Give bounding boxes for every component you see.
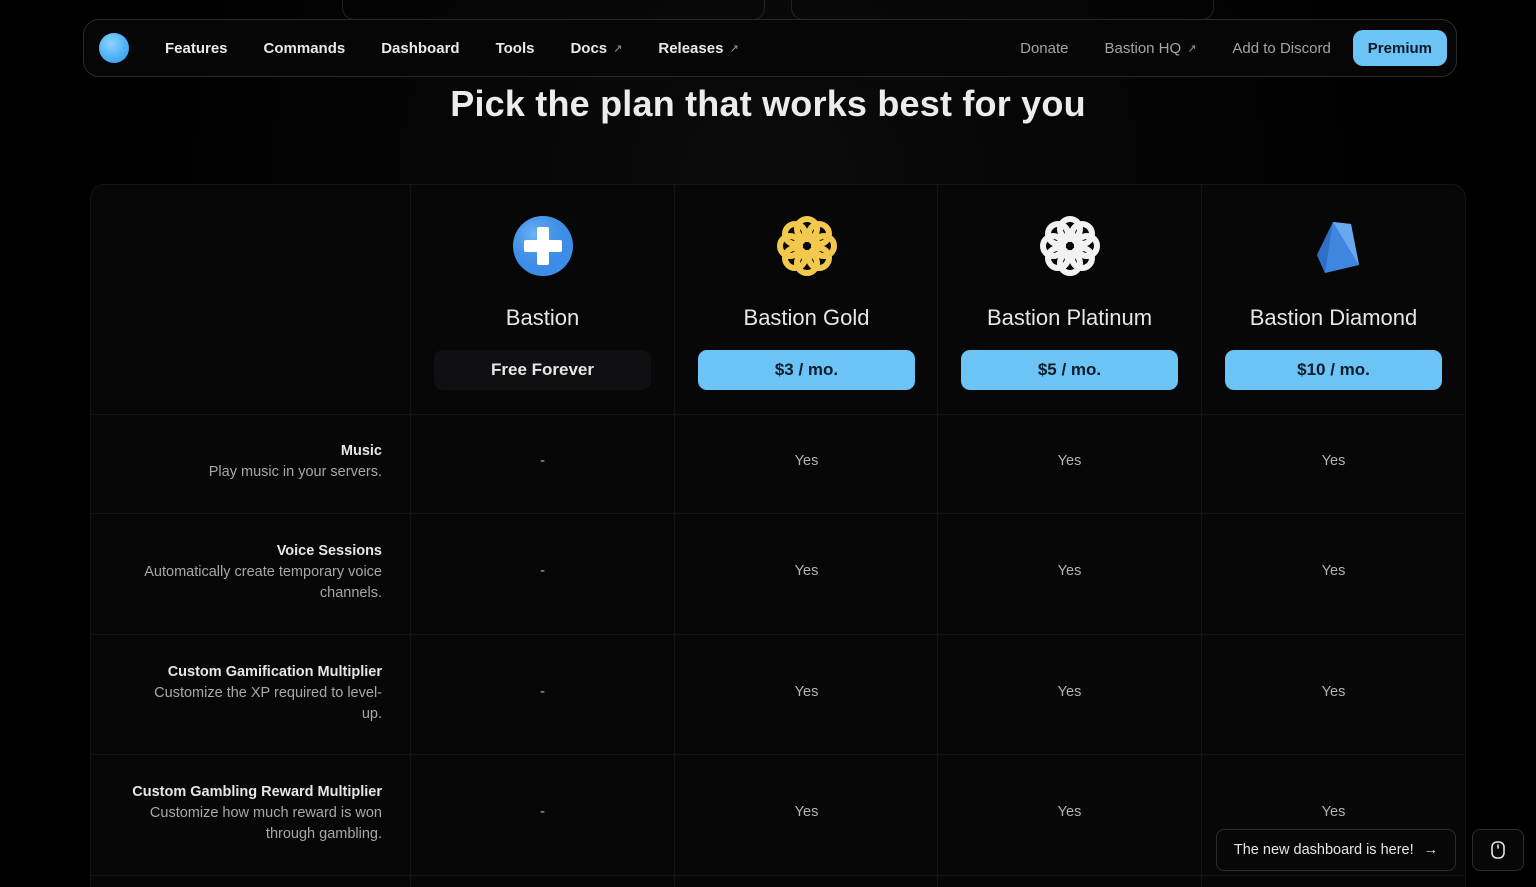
page: Features Commands Dashboard Tools Docs ↗ … [0,0,1536,887]
background-card [342,0,765,20]
feature-value: Yes [1057,453,1082,469]
arrow-right-icon: → [1423,842,1439,858]
feature-desc: Customize how much reward is won through… [149,805,382,842]
navbar: Features Commands Dashboard Tools Docs ↗ … [83,19,1457,77]
plan-column-gold: Bastion Gold $3 / mo. [675,185,938,414]
feature-desc: Customize the XP required to level-up. [154,685,382,722]
plan-column-diamond: Bastion Diamond $10 / mo. [1202,185,1465,414]
nav-item-releases[interactable]: Releases ↗ [640,40,756,57]
feature-value: Yes [794,453,819,469]
plan-column-bastion: Bastion Free Forever [411,185,674,414]
external-link-icon: ↗ [729,42,739,55]
feature-value: Yes [794,563,819,579]
plan-column-platinum: Bastion Platinum $5 / mo. [938,185,1201,414]
nav-item-donate[interactable]: Donate [1002,40,1086,57]
gold-flower-icon [777,216,837,276]
feature-title: Music [340,443,382,459]
feature-value: - [540,453,545,469]
nav-item-bastion-hq[interactable]: Bastion HQ ↗ [1086,40,1214,57]
logo-icon[interactable] [99,33,129,63]
feature-desc: Automatically create temporary voice cha… [144,564,382,601]
feature-value: Yes [1057,563,1082,579]
plan-name: Bastion Platinum [986,305,1153,330]
price-button-gold[interactable]: $3 / mo. [698,350,915,390]
feature-value: Yes [1321,684,1346,700]
nav-item-features[interactable]: Features [147,40,246,57]
plan-comparison-table: Bastion Free Forever Bastion Gold $3 / m… [90,184,1466,887]
nav-item-docs[interactable]: Docs ↗ [552,40,640,57]
new-dashboard-toast[interactable]: The new dashboard is here! → [1216,829,1456,871]
plus-icon [513,216,573,276]
feature-title: Voice Sessions [276,543,382,559]
diamond-icon [1317,222,1359,273]
platinum-flower-icon [1040,216,1100,276]
feature-value: Yes [794,804,819,820]
plan-name: Bastion Diamond [1249,305,1418,330]
plan-name: Bastion [505,305,580,330]
plan-name: Bastion Gold [743,305,870,330]
nav-item-tools[interactable]: Tools [478,40,553,57]
feature-value: Yes [1321,453,1346,469]
feature-title: Custom Gambling Reward Multiplier [132,784,382,800]
feature-value: - [540,563,545,579]
feature-value: Yes [1057,804,1082,820]
toast-label: The new dashboard is here! [1233,842,1414,858]
feature-gambling-multiplier: Custom Gambling Reward Multiplier Custom… [91,782,410,845]
page-title: Pick the plan that works best for you [450,83,1086,124]
feature-voice-sessions: Voice Sessions Automatically create temp… [91,541,410,604]
price-button-platinum[interactable]: $5 / mo. [961,350,1178,390]
feature-value: Yes [1057,684,1082,700]
feature-title: Custom Gamification Multiplier [167,664,382,680]
nav-item-dashboard[interactable]: Dashboard [363,40,477,57]
nav-item-add-to-discord[interactable]: Add to Discord [1214,40,1348,57]
feature-value: Yes [794,684,819,700]
feature-value: - [540,804,545,820]
background-card [791,0,1214,20]
feature-gamification-multiplier: Custom Gamification Multiplier Customize… [91,662,410,725]
feature-value: - [540,684,545,700]
feature-value: Yes [1321,563,1346,579]
external-link-icon: ↗ [1187,42,1197,55]
price-button-free[interactable]: Free Forever [434,350,651,390]
premium-button[interactable]: Premium [1352,30,1447,66]
mouse-icon [1491,841,1505,859]
scroll-mouse-button[interactable] [1472,829,1524,871]
feature-music: Music Play music in your servers. [91,441,410,483]
external-link-icon: ↗ [613,42,623,55]
feature-desc: Play music in your servers. [208,464,382,480]
nav-item-commands[interactable]: Commands [246,40,364,57]
feature-value: Yes [1321,804,1346,820]
price-button-diamond[interactable]: $10 / mo. [1225,350,1442,390]
